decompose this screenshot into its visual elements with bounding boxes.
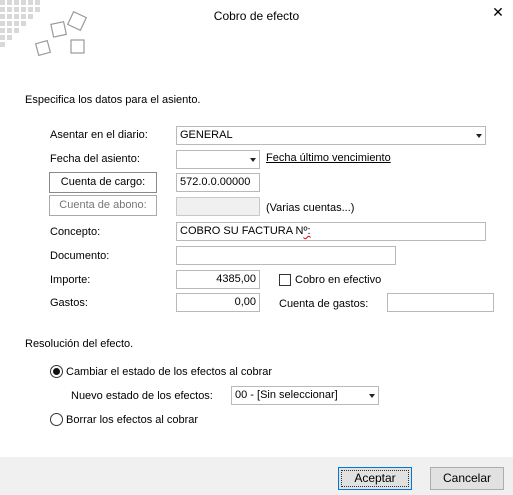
diario-label: Asentar en el diario: [50, 129, 148, 141]
diario-select[interactable]: GENERAL [176, 126, 486, 145]
resolucion-heading: Resolución del efecto. [25, 338, 134, 350]
diario-value: GENERAL [180, 129, 233, 141]
cuenta-cargo-field[interactable]: 572.0.0.00000 [176, 173, 260, 192]
cuenta-abono-button[interactable]: Cuenta de abono: [49, 195, 157, 216]
concepto-value: COBRO SU FACTURA N [180, 225, 304, 237]
cuenta-gastos-label: Cuenta de gastos: [279, 298, 369, 310]
cobro-efectivo-label: Cobro en efectivo [295, 274, 382, 286]
fecha-label: Fecha del asiento: [50, 153, 140, 165]
nuevo-estado-label: Nuevo estado de los efectos: [71, 390, 213, 402]
window-title: Cobro de efecto [213, 9, 300, 23]
cuenta-gastos-field[interactable] [387, 293, 494, 312]
dialog-window: Cobro de efecto ✕ Especifica los datos p… [0, 0, 513, 495]
radio-cambiar-estado-label[interactable]: Cambiar el estado de los efectos al cobr… [66, 366, 272, 378]
documento-field[interactable] [176, 246, 396, 265]
importe-field[interactable]: 4385,00 [176, 270, 260, 289]
cancelar-button[interactable]: Cancelar [430, 467, 504, 490]
gastos-field[interactable]: 0,00 [176, 293, 260, 312]
concepto-field[interactable]: COBRO SU FACTURA Nº: [176, 222, 486, 241]
cuenta-abono-field[interactable] [176, 197, 260, 216]
importe-label: Importe: [50, 274, 91, 286]
aceptar-button[interactable]: Aceptar [338, 467, 412, 490]
chevron-down-icon [369, 394, 375, 398]
fecha-ultimo-vencimiento-link[interactable]: Fecha último vencimiento [266, 152, 391, 164]
concepto-value-spellcheck: º: [303, 225, 311, 237]
close-icon[interactable]: ✕ [489, 4, 507, 20]
intro-text: Especifica los datos para el asiento. [25, 94, 201, 106]
chevron-down-icon [476, 134, 482, 138]
concepto-label: Concepto: [50, 226, 101, 238]
radio-borrar-efectos-label[interactable]: Borrar los efectos al cobrar [66, 414, 198, 426]
cobro-efectivo-checkbox[interactable] [279, 274, 291, 286]
radio-borrar-efectos[interactable] [50, 413, 63, 426]
fecha-field[interactable] [176, 150, 260, 169]
aceptar-button-label: Aceptar [341, 470, 409, 487]
varias-cuentas-label: (Varias cuentas...) [266, 202, 355, 214]
documento-label: Documento: [50, 250, 110, 262]
cuenta-cargo-button[interactable]: Cuenta de cargo: [49, 172, 157, 193]
calendar-dropdown-icon [250, 158, 256, 162]
nuevo-estado-select[interactable]: 00 - [Sin seleccionar] [231, 386, 379, 405]
nuevo-estado-value: 00 - [Sin seleccionar] [235, 389, 338, 401]
gastos-label: Gastos: [50, 297, 88, 309]
radio-cambiar-estado[interactable] [50, 365, 63, 378]
